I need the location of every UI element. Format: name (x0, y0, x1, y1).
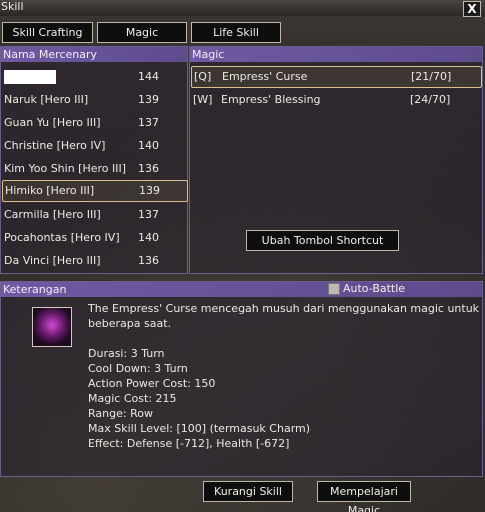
stat-magic-cost: Magic Cost: 215 (88, 392, 177, 405)
mercenary-list-item[interactable]: Guan Yu [Hero III] 137 (2, 112, 186, 134)
description-text: beberapa saat. (88, 317, 172, 330)
tab-skill-crafting[interactable]: Skill Crafting (2, 22, 93, 43)
mercenary-level: 137 (138, 208, 159, 221)
auto-battle-label: Auto-Battle (343, 282, 406, 295)
mercenary-list-item[interactable]: Christine [Hero IV] 140 (2, 135, 186, 157)
mercenary-level: 137 (138, 116, 159, 129)
mercenary-list-item[interactable]: Naruk [Hero III] 139 (2, 89, 186, 111)
mercenary-panel-header: Nama Mercenary (1, 47, 187, 62)
mercenary-name: Himiko [Hero III] (5, 184, 95, 197)
reduce-skill-button[interactable]: Kurangi Skill (203, 481, 293, 502)
mercenary-list-item[interactable]: Pocahontas [Hero IV] 140 (2, 227, 186, 249)
mercenary-list-item[interactable]: 144 (2, 66, 186, 88)
mercenary-name: Da Vinci [Hero III] (4, 254, 101, 267)
stat-action-power-cost: Action Power Cost: 150 (88, 377, 216, 390)
tab-life-skill[interactable]: Life Skill (191, 22, 281, 43)
mercenary-level: 140 (138, 231, 159, 244)
stat-cooldown: Cool Down: 3 Turn (88, 362, 188, 375)
description-panel-header: Keterangan (1, 282, 482, 297)
tab-magic[interactable]: Magic (97, 22, 187, 43)
mercenary-level: 139 (139, 184, 160, 197)
close-button[interactable]: X (463, 1, 481, 17)
skill-window: Skill X Skill Crafting Magic Life Skill … (0, 0, 485, 512)
mercenary-list-item[interactable]: Carmilla [Hero III] 137 (2, 204, 186, 226)
stat-range: Range: Row (88, 407, 153, 420)
auto-battle-checkbox[interactable] (328, 283, 340, 295)
magic-name: Empress' Curse (222, 70, 308, 83)
mercenary-name: Christine [Hero IV] (4, 139, 106, 152)
change-shortcut-button[interactable]: Ubah Tombol Shortcut (246, 230, 399, 251)
magic-panel-header: Magic (190, 47, 482, 62)
mercenary-panel: Nama Mercenary 144 Naruk [Hero III] 139 … (0, 46, 188, 274)
magic-panel: Magic [Q] Empress' Curse [21/70] [W] Emp… (189, 46, 483, 274)
empress-curse-skill-icon (32, 307, 72, 347)
magic-shortcut-key: [W] (193, 93, 213, 106)
mercenary-name: Naruk [Hero III] (4, 93, 89, 106)
mercenary-level: 140 (138, 139, 159, 152)
stat-duration: Durasi: 3 Turn (88, 347, 165, 360)
mercenary-level: 144 (138, 70, 159, 83)
magic-name: Empress' Blessing (221, 93, 321, 106)
magic-list-item-selected[interactable]: [Q] Empress' Curse [21/70] (191, 66, 482, 88)
magic-skill-count: [24/70] (410, 93, 451, 106)
mercenary-name: Carmilla [Hero III] (4, 208, 101, 221)
title-bar[interactable]: Skill X (0, 0, 485, 17)
mercenary-list-item[interactable]: Da Vinci [Hero III] 136 (2, 250, 186, 272)
stat-effect: Effect: Defense [-712], Health [-672] (88, 437, 290, 450)
mercenary-name-redacted (4, 70, 56, 84)
mercenary-level: 139 (138, 93, 159, 106)
mercenary-list-item-selected[interactable]: Himiko [Hero III] 139 (2, 180, 188, 202)
magic-shortcut-key: [Q] (194, 70, 212, 83)
mercenary-name: Pocahontas [Hero IV] (4, 231, 120, 244)
mercenary-level: 136 (138, 254, 159, 267)
magic-list-item[interactable]: [W] Empress' Blessing [24/70] (191, 89, 480, 111)
mercenary-name: Guan Yu [Hero III] (4, 116, 101, 129)
mercenary-list-item[interactable]: Kim Yoo Shin [Hero III] 136 (2, 158, 186, 180)
magic-skill-count: [21/70] (411, 70, 452, 83)
description-text: The Empress' Curse mencegah musuh dari m… (88, 302, 480, 315)
learn-magic-button[interactable]: Mempelajari Magic (317, 481, 411, 512)
mercenary-name: Kim Yoo Shin [Hero III] (4, 162, 127, 175)
window-title: Skill (1, 0, 24, 13)
mercenary-level: 136 (138, 162, 159, 175)
stat-max-skill-level: Max Skill Level: [100] (termasuk Charm) (88, 422, 311, 435)
